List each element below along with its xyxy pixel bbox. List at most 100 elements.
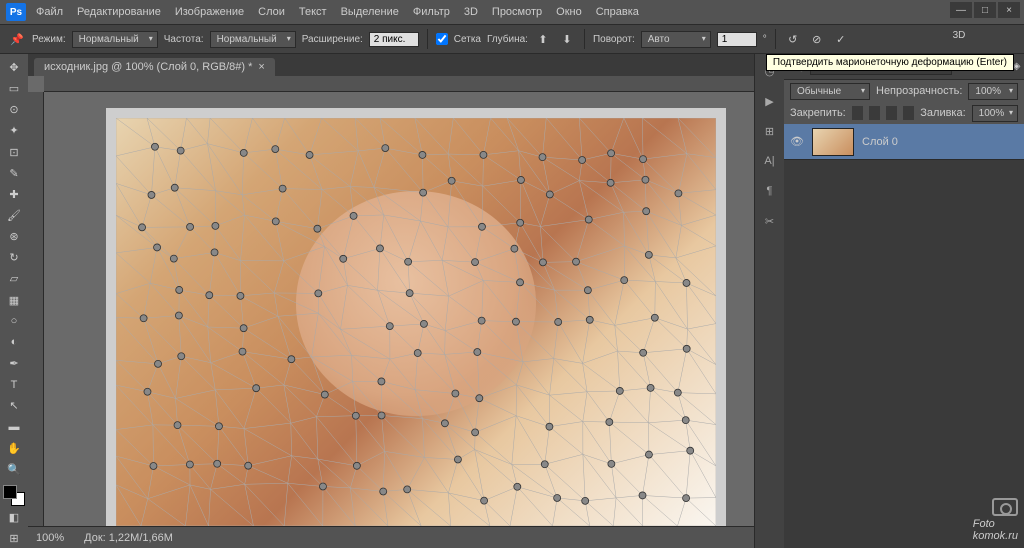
menu-filter[interactable]: Фильтр [413, 6, 450, 18]
ruler-vertical[interactable] [28, 92, 44, 526]
mode-dropdown[interactable]: Нормальный [72, 31, 158, 48]
lock-row: Закрепить: Заливка: 100% [784, 102, 1024, 124]
depth-label: Глубина: [487, 34, 528, 45]
visibility-icon[interactable]: 👁 [790, 135, 804, 149]
minimize-button[interactable]: — [950, 2, 972, 18]
blend-mode-dropdown[interactable]: Обычные [790, 83, 870, 100]
eyedropper-tool[interactable]: ✎ [3, 164, 25, 183]
menu-image[interactable]: Изображение [175, 6, 244, 18]
degree-label: ° [763, 34, 767, 45]
camera-icon [992, 498, 1018, 516]
layer-name[interactable]: Слой 0 [862, 136, 898, 148]
app-logo: Ps [6, 3, 26, 21]
fill-input[interactable]: 100% [972, 105, 1018, 122]
separator [775, 29, 776, 49]
layers-panel: 🔍 ▣ ◐ T ▭ ◈ Обычные Непрозрачность: 100%… [784, 54, 1024, 548]
tool-palette: ✥ ▭ ⊙ ✦ ⊡ ✎ ✚ 🖌 ⊛ ↻ ▱ ▦ ○ ◐ ✒ T ↖ ▬ ✋ 🔍 … [0, 54, 28, 548]
blur-tool[interactable]: ○ [3, 312, 25, 331]
paragraph-panel-icon[interactable]: ¶ [761, 182, 779, 200]
opacity-input[interactable]: 100% [968, 83, 1018, 100]
menu-window[interactable]: Окно [556, 6, 582, 18]
screenmode-tool[interactable]: ⊞ [3, 529, 25, 548]
pin-icon[interactable]: 📌 [8, 30, 26, 48]
options-bar: 📌 Режим: Нормальный Частота: Нормальный … [0, 24, 1024, 54]
depth-back-icon[interactable]: ⬇ [558, 30, 576, 48]
mode-label: Режим: [32, 34, 66, 45]
heal-tool[interactable]: ✚ [3, 185, 25, 204]
mesh-label: Сетка [454, 34, 481, 45]
zoom-level[interactable]: 100% [36, 532, 64, 544]
ruler-horizontal[interactable] [44, 76, 754, 92]
lock-fill-icon[interactable] [903, 106, 914, 120]
watermark: Foto komok.ru [973, 498, 1018, 542]
canvas-viewport[interactable] [28, 76, 754, 526]
menu-edit[interactable]: Редактирование [77, 6, 161, 18]
quickmask-tool[interactable]: ◧ [3, 508, 25, 527]
tab-title: исходник.jpg @ 100% (Слой 0, RGB/8#) * [44, 61, 252, 73]
canvas[interactable] [106, 108, 726, 526]
reset-icon[interactable]: ↺ [784, 30, 802, 48]
color-swatch[interactable] [3, 485, 25, 506]
stamp-tool[interactable]: ⊛ [3, 227, 25, 246]
eraser-tool[interactable]: ▱ [3, 269, 25, 288]
frequency-label: Частота: [164, 34, 204, 45]
separator [427, 29, 428, 49]
cancel-icon[interactable]: ⊘ [808, 30, 826, 48]
layer-row[interactable]: 👁 Слой 0 [784, 124, 1024, 160]
brush-panel-icon[interactable]: ✂ [761, 212, 779, 230]
angle-input[interactable] [717, 32, 757, 47]
doc-size: Док: 1,22M/1,66M [84, 532, 173, 544]
frequency-dropdown[interactable]: Нормальный [210, 31, 296, 48]
pen-tool[interactable]: ✒ [3, 354, 25, 373]
move-tool[interactable]: ✥ [3, 58, 25, 77]
document-tabs: исходник.jpg @ 100% (Слой 0, RGB/8#) * × [28, 54, 754, 76]
brush-tool[interactable]: 🖌 [3, 206, 25, 225]
document-tab[interactable]: исходник.jpg @ 100% (Слой 0, RGB/8#) * × [34, 58, 275, 76]
marquee-tool[interactable]: ▭ [3, 79, 25, 98]
menu-layers[interactable]: Слои [258, 6, 285, 18]
lock-pixels-icon[interactable] [852, 106, 863, 120]
lasso-tool[interactable]: ⊙ [3, 100, 25, 119]
layers-list: 👁 Слой 0 [784, 124, 1024, 548]
document-area: исходник.jpg @ 100% (Слой 0, RGB/8#) * ×… [28, 54, 754, 548]
zoom-tool[interactable]: 🔍 [3, 460, 25, 479]
path-tool[interactable]: ↖ [3, 396, 25, 415]
dodge-tool[interactable]: ◐ [3, 333, 25, 352]
fill-label: Заливка: [920, 107, 965, 119]
puppet-mesh[interactable] [116, 118, 716, 526]
character-panel-icon[interactable]: A| [761, 152, 779, 170]
3d-label[interactable]: 3D [904, 30, 1014, 41]
lock-all-icon[interactable] [886, 106, 897, 120]
mesh-checkbox[interactable] [436, 33, 448, 45]
tab-close-icon[interactable]: × [258, 61, 264, 73]
lock-position-icon[interactable] [869, 106, 880, 120]
type-tool[interactable]: T [3, 375, 25, 394]
crop-tool[interactable]: ⊡ [3, 143, 25, 162]
wand-tool[interactable]: ✦ [3, 121, 25, 140]
gradient-tool[interactable]: ▦ [3, 291, 25, 310]
blend-row: Обычные Непрозрачность: 100% [784, 80, 1024, 102]
expansion-input[interactable] [369, 32, 419, 47]
commit-icon[interactable]: ✓ [832, 30, 850, 48]
history-brush-tool[interactable]: ↻ [3, 248, 25, 267]
actions-panel-icon[interactable]: ▶ [761, 92, 779, 110]
menu-file[interactable]: Файл [36, 6, 63, 18]
menu-view[interactable]: Просмотр [492, 6, 542, 18]
close-button[interactable]: × [998, 2, 1020, 18]
hand-tool[interactable]: ✋ [3, 439, 25, 458]
rotate-dropdown[interactable]: Авто [641, 31, 711, 48]
window-controls: — □ × [950, 2, 1020, 18]
menu-3d[interactable]: 3D [464, 6, 478, 18]
properties-panel-icon[interactable]: ⊞ [761, 122, 779, 140]
title-bar: Ps Файл Редактирование Изображение Слои … [0, 0, 1024, 24]
menu-text[interactable]: Текст [299, 6, 327, 18]
main-menu: Файл Редактирование Изображение Слои Тек… [36, 6, 639, 18]
maximize-button[interactable]: □ [974, 2, 996, 18]
expansion-label: Расширение: [302, 34, 363, 45]
menu-select[interactable]: Выделение [341, 6, 399, 18]
menu-help[interactable]: Справка [596, 6, 639, 18]
shape-tool[interactable]: ▬ [3, 417, 25, 436]
lock-label: Закрепить: [790, 107, 846, 119]
depth-forward-icon[interactable]: ⬆ [534, 30, 552, 48]
layer-thumbnail[interactable] [812, 128, 854, 156]
